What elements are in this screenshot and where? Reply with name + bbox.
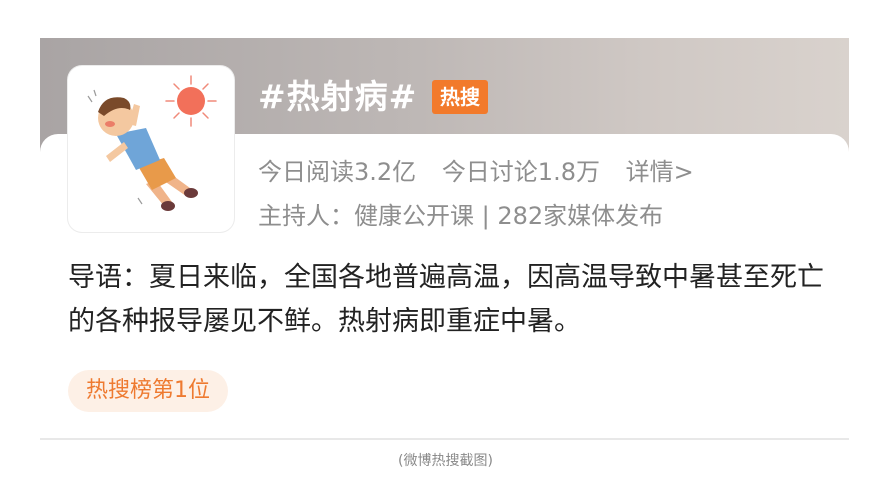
topic-stats: 今日阅读3.2亿 今日讨论1.8万 详情> [258, 154, 712, 190]
topic-card: #热射病# 热搜 今日阅读3.2亿 今日讨论1.8万 详情> 主持人：健康公开课… [40, 38, 849, 438]
heatstroke-illustration-icon [87, 75, 217, 211]
topic-thumbnail[interactable] [68, 66, 234, 232]
read-count: 今日阅读3.2亿 [258, 158, 417, 186]
screenshot-caption: (微博热搜截图) [398, 453, 493, 469]
topic-title[interactable]: #热射病# [258, 74, 417, 120]
hot-rank-tag[interactable]: 热搜榜第1位 [68, 370, 228, 412]
host-info: 主持人：健康公开课 | 282家媒体发布 [258, 202, 664, 230]
topic-description: 导语：夏日来临，全国各地普遍高温，因高温导致中暑甚至死亡的各种报导屡见不鲜。热射… [68, 262, 824, 337]
details-link[interactable]: 详情> [626, 158, 694, 186]
discussion-count: 今日讨论1.8万 [441, 158, 600, 186]
divider [40, 438, 849, 440]
hot-badge: 热搜 [432, 80, 488, 114]
